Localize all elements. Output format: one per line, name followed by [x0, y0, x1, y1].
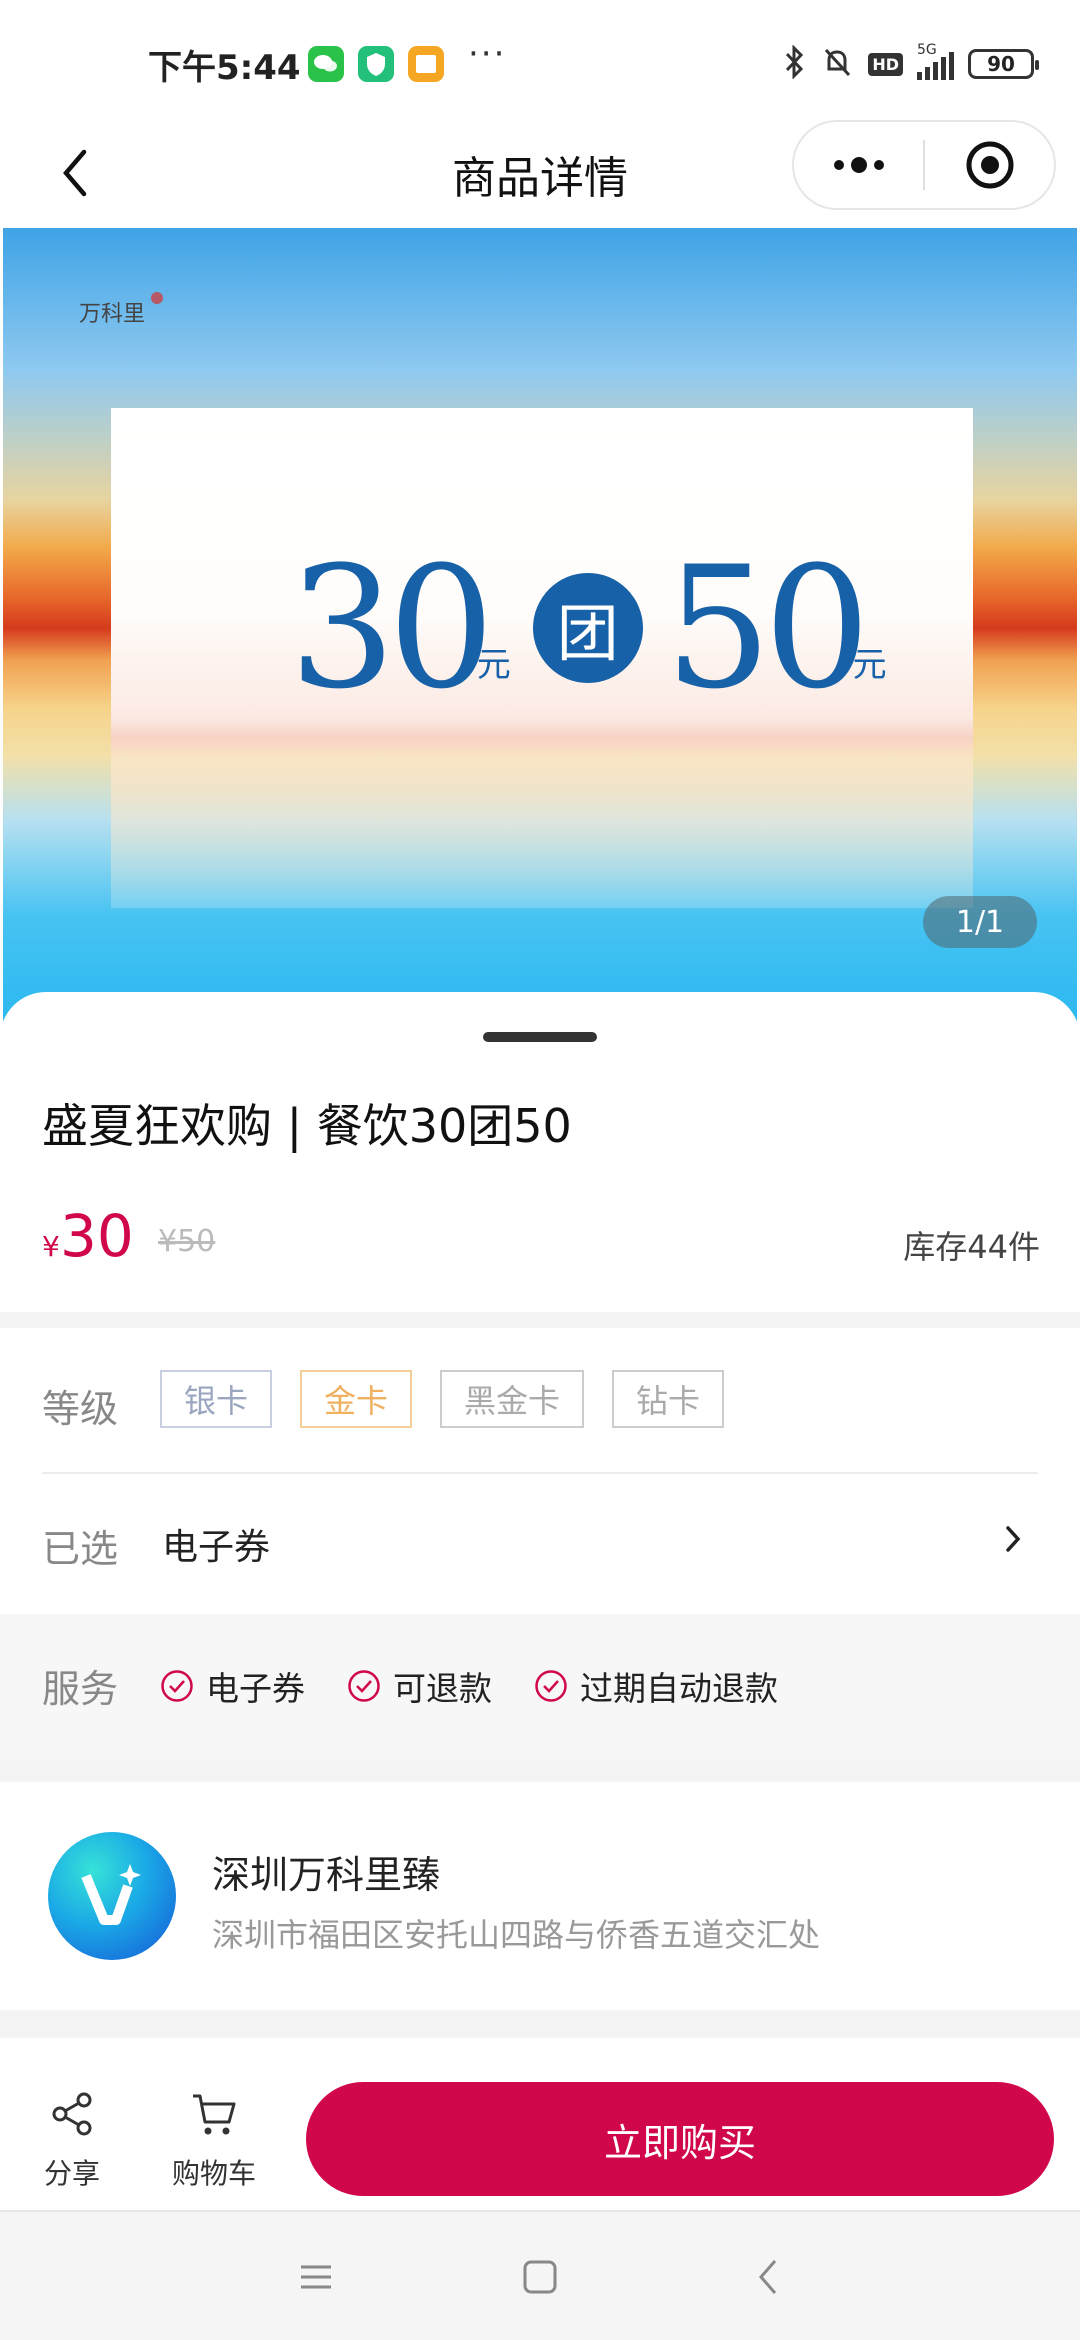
- target-circle-icon: [966, 141, 1013, 189]
- system-nav-bar: [0, 2210, 1080, 2340]
- cart-icon: [154, 2086, 274, 2142]
- battery-indicator: 90: [968, 49, 1039, 79]
- share-button[interactable]: 分享: [12, 2086, 132, 2192]
- selected-row[interactable]: 已选 电子券: [0, 1474, 1080, 1614]
- selected-label: 已选: [42, 1527, 119, 1571]
- miniprogram-capsule: [792, 120, 1056, 210]
- section-separator: [0, 1312, 1080, 1328]
- spec-section: 等级 银卡 金卡 黑金卡 钻卡 已选 电子券: [0, 1328, 1080, 1614]
- more-notifications-icon: ···: [468, 34, 507, 74]
- promo-unit-right: 元: [852, 645, 887, 685]
- nav-bar: 商品详情: [0, 120, 1080, 228]
- product-image-carousel[interactable]: 万科里 30 元 团 50 元 1/1: [3, 228, 1077, 1028]
- status-bar: 下午5:44 ··· HD 5G 90: [0, 0, 1080, 120]
- book-app-icon: [408, 46, 444, 82]
- status-time: 下午5:44: [148, 48, 301, 88]
- drag-handle[interactable]: [483, 1032, 597, 1042]
- promo-price-left: 30: [289, 530, 495, 726]
- level-option-diamond[interactable]: 钻卡: [612, 1370, 725, 1428]
- product-info-sheet: 盛夏狂欢购 | 餐饮30团50 ¥ 30 ¥50 库存44件: [0, 992, 1080, 1312]
- price-currency: ¥: [42, 1230, 60, 1263]
- service-label: 服务: [42, 1667, 119, 1711]
- brand-watermark: 万科里: [79, 302, 146, 327]
- level-option-gold[interactable]: 金卡: [300, 1370, 413, 1428]
- level-options: 银卡 金卡 黑金卡 钻卡: [160, 1370, 725, 1428]
- check-circle-icon: [348, 1670, 380, 1702]
- product-title: 盛夏狂欢购 | 餐饮30团50: [42, 1099, 572, 1153]
- store-address: 深圳市福田区安托山四路与侨香五道交汇处: [212, 1916, 821, 1954]
- buy-now-button[interactable]: 立即购买: [306, 2082, 1054, 2196]
- service-item: 可退款: [347, 1662, 492, 1710]
- stock-count: 库存44件: [903, 1228, 1040, 1266]
- store-name: 深圳万科里臻: [212, 1853, 441, 1897]
- level-option-black-gold[interactable]: 黑金卡: [440, 1370, 585, 1428]
- check-circle-icon: [161, 1670, 193, 1702]
- service-item-label: 电子券: [206, 1669, 305, 1708]
- section-separator: [0, 2010, 1080, 2038]
- chevron-right-icon: [1004, 1524, 1022, 1558]
- menu-icon[interactable]: [286, 2252, 346, 2302]
- v-logo-icon: [81, 1864, 141, 1925]
- bell-muted-icon: [820, 45, 854, 83]
- level-label: 等级: [42, 1387, 119, 1431]
- image-pager: 1/1: [923, 896, 1037, 948]
- promo-graphic: 30 元 团 50 元: [289, 530, 887, 726]
- selected-value: 电子券: [162, 1527, 271, 1568]
- share-label: 分享: [43, 2157, 100, 2190]
- service-section: 服务 电子券 可退款 过期自动退款: [0, 1614, 1080, 1760]
- more-menu-button[interactable]: [794, 122, 923, 208]
- status-icons: HD 5G 90: [782, 42, 1039, 84]
- cart-label: 购物车: [171, 2157, 256, 2190]
- section-separator: [0, 1760, 1080, 1782]
- promo-price-right: 50: [664, 530, 871, 726]
- service-list: 电子券 可退款 过期自动退款: [160, 1662, 778, 1710]
- bottom-action-bar: 分享 购物车 立即购买: [0, 2038, 1080, 2210]
- price-row: ¥ 30 ¥50 库存44件: [42, 1202, 1040, 1272]
- service-item-label: 可退款: [393, 1669, 492, 1708]
- store-card[interactable]: 深圳万科里臻 深圳市福田区安托山四路与侨香五道交汇处: [0, 1782, 1080, 2010]
- wechat-icon: [308, 46, 344, 82]
- more-dots-icon: [833, 157, 884, 173]
- hd-icon: HD: [868, 52, 903, 76]
- check-circle-icon: [535, 1670, 567, 1702]
- back-nav-icon[interactable]: [738, 2252, 798, 2302]
- bluetooth-icon: [782, 44, 806, 83]
- level-option-silver[interactable]: 银卡: [160, 1370, 273, 1428]
- close-miniprogram-button[interactable]: [925, 122, 1054, 208]
- home-icon[interactable]: [510, 2252, 570, 2302]
- network-type: 5G: [917, 42, 937, 58]
- signal-icon: 5G: [917, 42, 954, 80]
- cart-button[interactable]: 购物车: [154, 2086, 274, 2192]
- store-logo: [48, 1832, 176, 1960]
- service-item-label: 过期自动退款: [580, 1669, 778, 1708]
- original-price: ¥50: [158, 1224, 216, 1259]
- shield-app-icon: [358, 46, 394, 82]
- promo-circle: 团: [532, 573, 643, 683]
- service-item: 电子券: [160, 1662, 305, 1710]
- promo-unit-left: 元: [476, 645, 511, 685]
- service-item: 过期自动退款: [534, 1662, 778, 1710]
- brand-dot: [151, 292, 163, 304]
- current-price: 30: [60, 1202, 134, 1270]
- share-icon: [12, 2086, 132, 2142]
